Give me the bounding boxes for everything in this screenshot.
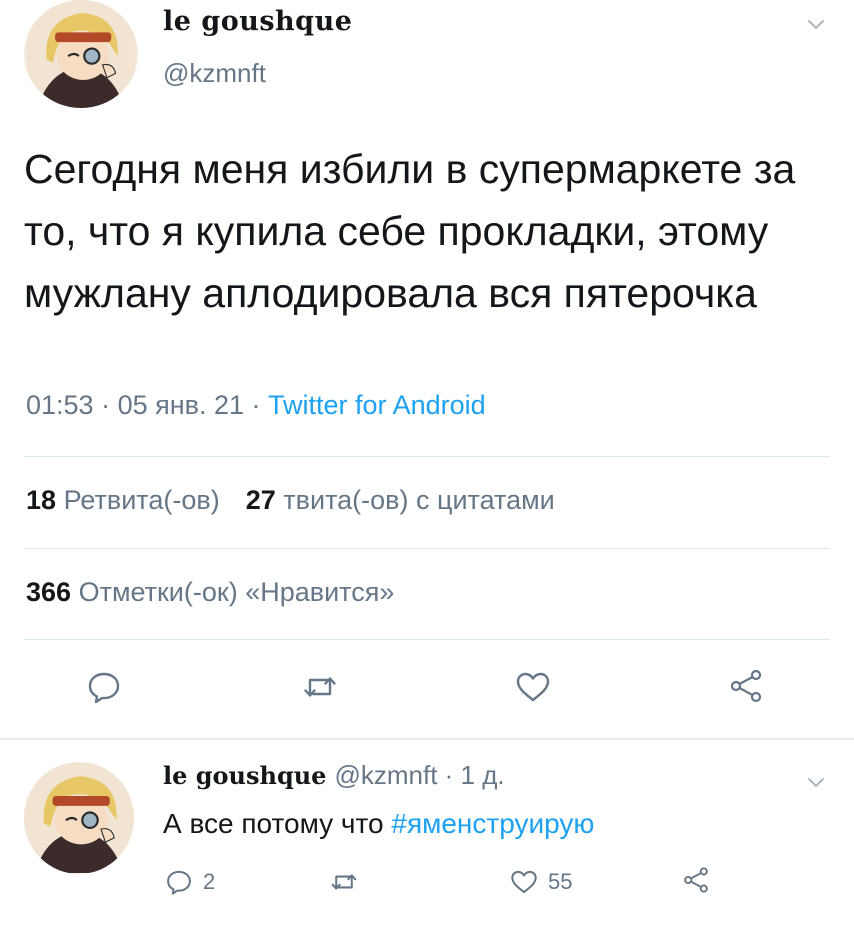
retweet-icon [304, 677, 336, 697]
avatar[interactable] [24, 0, 138, 108]
divider [24, 456, 830, 457]
tweet-meta: 01:53 · 05 янв. 21 · Twitter for Android [26, 390, 486, 421]
chevron-down-icon[interactable] [806, 16, 826, 32]
avatar-image [24, 763, 134, 873]
reply-button[interactable] [86, 669, 122, 705]
retweets-stat[interactable]: 18 Ретвита(-ов) [26, 485, 220, 515]
section-divider [0, 738, 854, 740]
share-icon [684, 867, 708, 893]
reply-like-button[interactable]: 55 [510, 868, 572, 896]
retweet-button[interactable] [302, 669, 338, 705]
retweets-label: Ретвита(-ов) [63, 485, 220, 515]
divider [24, 548, 830, 549]
hashtag-link[interactable]: #яменструирую [391, 808, 594, 839]
meta-separator: · [244, 390, 269, 420]
tweet-date: 05 янв. 21 [117, 390, 245, 420]
tweet-time: 01:53 [26, 390, 94, 420]
reply-replies-count: 2 [203, 869, 216, 894]
reply-share-button[interactable] [682, 866, 720, 894]
engagement-stats: 18 Ретвита(-ов) 27 твита(-ов) с цитатами [26, 485, 555, 516]
meta-separator: · [93, 390, 118, 420]
like-button[interactable] [515, 669, 551, 705]
reply-text-body: А все потому что [163, 808, 392, 839]
reply-likes-count: 55 [548, 869, 573, 894]
heart-icon [516, 672, 550, 702]
share-button[interactable] [728, 668, 764, 704]
heart-icon [511, 870, 537, 894]
display-name[interactable]: le goushque [163, 6, 352, 37]
reply-handle-time[interactable]: @kzmnft · 1 д. [334, 760, 504, 790]
reply-text: А все потому что #яменструирую [163, 808, 594, 840]
quotes-count: 27 [245, 485, 276, 515]
reply-display-name[interactable]: le goushque [163, 761, 326, 790]
tweet-text: Сегодня меня избили в супермаркете за то… [24, 146, 796, 316]
avatar-image [27, 0, 135, 108]
likes-count: 366 [26, 577, 72, 607]
divider [24, 639, 830, 640]
share-icon [730, 669, 762, 703]
likes-label: Отметки(-ок) «Нравится» [78, 577, 395, 607]
quotes-label: твита(-ов) с цитатами [283, 485, 555, 515]
quotes-stat[interactable]: 27 твита(-ов) с цитатами [246, 485, 555, 515]
username-handle[interactable]: @kzmnft [163, 58, 266, 89]
reply-avatar[interactable] [24, 762, 134, 874]
reply-icon [88, 672, 120, 704]
reply-reply-button[interactable]: 2 [165, 868, 215, 896]
tweet-source-link[interactable]: Twitter for Android [268, 390, 486, 420]
retweet-icon [331, 874, 357, 890]
reply-header: le goushque @kzmnft · 1 д. [163, 760, 505, 791]
retweets-count: 18 [26, 485, 57, 515]
reply-icon [167, 870, 191, 895]
reply-retweet-button[interactable] [330, 868, 368, 896]
likes-stat[interactable]: 366 Отметки(-ок) «Нравится» [26, 577, 394, 608]
chevron-down-icon[interactable] [806, 774, 826, 790]
